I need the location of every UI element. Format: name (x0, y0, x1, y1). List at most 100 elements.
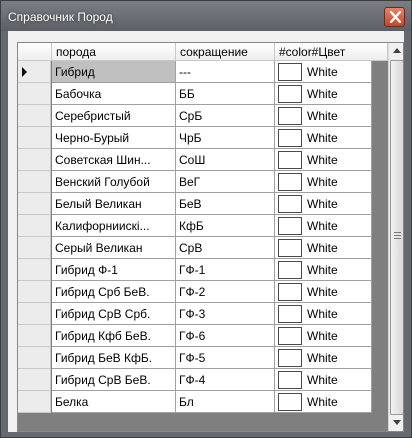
scroll-up-button[interactable] (389, 43, 403, 59)
cell-abbreviation[interactable]: ВеГ (176, 171, 275, 193)
color-swatch[interactable] (278, 85, 302, 103)
cell-breed-name[interactable]: Серебристый (52, 105, 176, 127)
table-row[interactable]: Гибрид СрВ Срб. ГФ-3 White (18, 303, 388, 325)
cell-color[interactable]: White (275, 149, 372, 171)
cell-breed-name[interactable]: Гибрид (52, 61, 176, 83)
cell-breed-name[interactable]: Черно-Бурый (52, 127, 176, 149)
row-header[interactable] (18, 237, 51, 259)
color-swatch[interactable] (278, 327, 302, 345)
cell-breed-name[interactable]: Венский Голубой (52, 171, 176, 193)
row-header[interactable] (18, 391, 51, 413)
cell-breed-name[interactable]: Белый Великан (52, 193, 176, 215)
cell-color[interactable]: White (275, 127, 372, 149)
breeds-data-grid[interactable]: порода сокращение #color#Цвет Гибрид --- W… (17, 42, 404, 432)
color-swatch[interactable] (278, 195, 302, 213)
color-swatch[interactable] (278, 63, 302, 81)
scroll-down-button[interactable] (389, 415, 403, 431)
cell-breed-name[interactable]: Серый Великан (52, 237, 176, 259)
color-swatch[interactable] (278, 239, 302, 257)
cell-abbreviation[interactable]: ГФ-6 (176, 325, 275, 347)
column-header-name[interactable]: порода (52, 43, 176, 61)
cell-color[interactable]: White (275, 325, 372, 347)
color-swatch[interactable] (278, 393, 302, 411)
vertical-scrollbar[interactable] (388, 43, 403, 431)
table-row[interactable]: Венский Голубой ВеГ White (18, 171, 388, 193)
cell-breed-name[interactable]: Гибрид СрВ Срб. (52, 303, 176, 325)
row-header[interactable] (18, 303, 51, 325)
table-row[interactable]: Гибрид БеВ КфБ. ГФ-5 White (18, 347, 388, 369)
cell-abbreviation[interactable]: ЧрБ (176, 127, 275, 149)
cell-breed-name[interactable]: Белка (52, 391, 176, 413)
cell-color[interactable]: White (275, 369, 372, 391)
row-header[interactable] (18, 369, 51, 391)
table-row[interactable]: Калифорниискі... КфБ White (18, 215, 388, 237)
cell-breed-name[interactable]: Гибрид Кфб БеВ. (52, 325, 176, 347)
row-header[interactable] (18, 193, 51, 215)
cell-color[interactable]: White (275, 193, 372, 215)
row-header[interactable] (18, 171, 51, 193)
cell-breed-name[interactable]: Калифорниискі... (52, 215, 176, 237)
cell-color[interactable]: White (275, 83, 372, 105)
cell-color[interactable]: White (275, 61, 372, 83)
cell-color[interactable]: White (275, 281, 372, 303)
cell-abbreviation[interactable]: СоШ (176, 149, 275, 171)
table-row[interactable]: Гибрид СрВ БеВ. ГФ-4 White (18, 369, 388, 391)
cell-abbreviation[interactable]: СрБ (176, 105, 275, 127)
table-row[interactable]: Гибрид Срб БеВ. ГФ-2 White (18, 281, 388, 303)
color-swatch[interactable] (278, 305, 302, 323)
cell-color[interactable]: White (275, 303, 372, 325)
table-row[interactable]: Гибрид Ф-1 ГФ-1 White (18, 259, 388, 281)
row-header[interactable] (18, 61, 51, 83)
scroll-thumb[interactable] (390, 60, 403, 415)
cell-color[interactable]: White (275, 347, 372, 369)
table-row[interactable]: Серебристый СрБ White (18, 105, 388, 127)
row-header[interactable] (18, 325, 51, 347)
color-swatch[interactable] (278, 107, 302, 125)
row-header[interactable] (18, 105, 51, 127)
column-header-color[interactable]: #color#Цвет (275, 43, 388, 61)
cell-breed-name[interactable]: Гибрид СрВ БеВ. (52, 369, 176, 391)
row-header[interactable] (18, 149, 51, 171)
color-swatch[interactable] (278, 129, 302, 147)
cell-breed-name[interactable]: Бабочка (52, 83, 176, 105)
color-swatch[interactable] (278, 173, 302, 191)
color-swatch[interactable] (278, 151, 302, 169)
row-header[interactable] (18, 281, 51, 303)
cell-color[interactable]: White (275, 105, 372, 127)
cell-abbreviation[interactable]: Бл (176, 391, 275, 413)
cell-abbreviation[interactable]: ГФ-5 (176, 347, 275, 369)
table-row[interactable]: Черно-Бурый ЧрБ White (18, 127, 388, 149)
cell-color[interactable]: White (275, 215, 372, 237)
cell-breed-name[interactable]: Гибрид Ф-1 (52, 259, 176, 281)
cell-abbreviation[interactable]: ГФ-3 (176, 303, 275, 325)
cell-abbreviation[interactable]: ГФ-2 (176, 281, 275, 303)
table-row[interactable]: Гибрид --- White (18, 61, 388, 83)
color-swatch[interactable] (278, 261, 302, 279)
row-header[interactable] (18, 215, 51, 237)
row-header[interactable] (18, 259, 51, 281)
table-row[interactable]: Серый Великан СрВ White (18, 237, 388, 259)
cell-abbreviation[interactable]: ГФ-4 (176, 369, 275, 391)
row-header[interactable] (18, 83, 51, 105)
row-header[interactable] (18, 127, 51, 149)
cell-color[interactable]: White (275, 391, 372, 413)
table-row[interactable]: Гибрид Кфб БеВ. ГФ-6 White (18, 325, 388, 347)
table-row[interactable]: Бабочка ББ White (18, 83, 388, 105)
color-swatch[interactable] (278, 349, 302, 367)
column-header-abbreviation[interactable]: сокращение (176, 43, 275, 61)
cell-color[interactable]: White (275, 237, 372, 259)
close-button[interactable] (384, 7, 405, 27)
cell-abbreviation[interactable]: СрВ (176, 237, 275, 259)
cell-breed-name[interactable]: Гибрид Срб БеВ. (52, 281, 176, 303)
row-header[interactable] (18, 347, 51, 369)
cell-breed-name[interactable]: Советская Шин... (52, 149, 176, 171)
cell-color[interactable]: White (275, 259, 372, 281)
color-swatch[interactable] (278, 217, 302, 235)
table-row[interactable]: Белый Великан БеВ White (18, 193, 388, 215)
row-header-corner[interactable] (18, 43, 52, 61)
cell-abbreviation[interactable]: БеВ (176, 193, 275, 215)
cell-breed-name[interactable]: Гибрид БеВ КфБ. (52, 347, 176, 369)
table-row[interactable]: Белка Бл White (18, 391, 388, 413)
color-swatch[interactable] (278, 371, 302, 389)
cell-abbreviation[interactable]: --- (176, 61, 275, 83)
